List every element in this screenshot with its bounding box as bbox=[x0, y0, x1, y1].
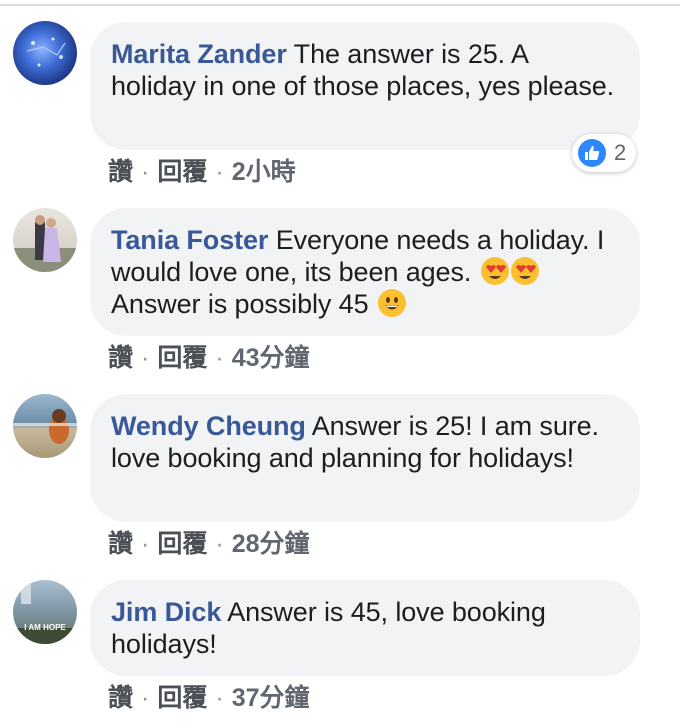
heart-eyes-emoji-icon bbox=[510, 257, 539, 285]
separator-dot: · bbox=[215, 530, 224, 558]
separator-dot: · bbox=[215, 684, 224, 712]
avatar[interactable] bbox=[13, 394, 77, 458]
comment-author[interactable]: Wendy Cheung bbox=[111, 411, 306, 441]
comment-actions: 讚 · 回覆 · 37分鐘 bbox=[108, 678, 310, 714]
top-divider bbox=[0, 4, 680, 6]
timestamp[interactable]: 37分鐘 bbox=[232, 684, 310, 712]
reply-button[interactable]: 回覆 bbox=[157, 684, 207, 712]
avatar[interactable]: I AM HOPE bbox=[13, 580, 77, 644]
like-button[interactable]: 讚 bbox=[108, 530, 133, 558]
like-button[interactable]: 讚 bbox=[108, 158, 133, 186]
thumbs-up-icon bbox=[578, 139, 606, 167]
separator-dot: · bbox=[141, 684, 150, 712]
separator-dot: · bbox=[215, 344, 224, 372]
comment-bubble: Jim Dick Answer is 45, love booking holi… bbox=[90, 580, 640, 676]
reaction-summary[interactable]: 2 bbox=[572, 134, 637, 172]
comment-bubble: Wendy Cheung Answer is 25! I am sure. lo… bbox=[90, 394, 640, 522]
comment-actions: 讚 · 回覆 · 28分鐘 bbox=[108, 524, 310, 560]
grinning-emoji-icon bbox=[377, 289, 406, 317]
comment-actions: 讚 · 回覆 · 2小時 bbox=[108, 152, 296, 188]
separator-dot: · bbox=[141, 530, 150, 558]
timestamp[interactable]: 2小時 bbox=[232, 158, 296, 186]
heart-eyes-emoji-icon bbox=[480, 257, 509, 285]
comment-bubble: Tania Foster Everyone needs a holiday. I… bbox=[90, 208, 640, 336]
timestamp[interactable]: 28分鐘 bbox=[232, 530, 310, 558]
reply-button[interactable]: 回覆 bbox=[157, 530, 207, 558]
reply-button[interactable]: 回覆 bbox=[157, 158, 207, 186]
reaction-count: 2 bbox=[614, 140, 627, 165]
separator-dot: · bbox=[215, 158, 224, 186]
separator-dot: · bbox=[141, 344, 150, 372]
avatar[interactable] bbox=[13, 21, 77, 85]
avatar[interactable] bbox=[13, 208, 77, 272]
like-button[interactable]: 讚 bbox=[108, 684, 133, 712]
comment-bubble: Marita Zander The answer is 25. A holida… bbox=[90, 22, 640, 150]
avatar-text: I AM HOPE bbox=[24, 623, 66, 632]
separator-dot: · bbox=[141, 158, 150, 186]
timestamp[interactable]: 43分鐘 bbox=[232, 344, 310, 372]
reply-button[interactable]: 回覆 bbox=[157, 344, 207, 372]
like-button[interactable]: 讚 bbox=[108, 344, 133, 372]
comment-author[interactable]: Jim Dick bbox=[111, 597, 221, 627]
comment-actions: 讚 · 回覆 · 43分鐘 bbox=[108, 338, 310, 374]
comment-text-2: Answer is possibly 45 bbox=[111, 289, 369, 319]
comment-author[interactable]: Tania Foster bbox=[111, 225, 268, 255]
comment-author[interactable]: Marita Zander bbox=[111, 39, 287, 69]
